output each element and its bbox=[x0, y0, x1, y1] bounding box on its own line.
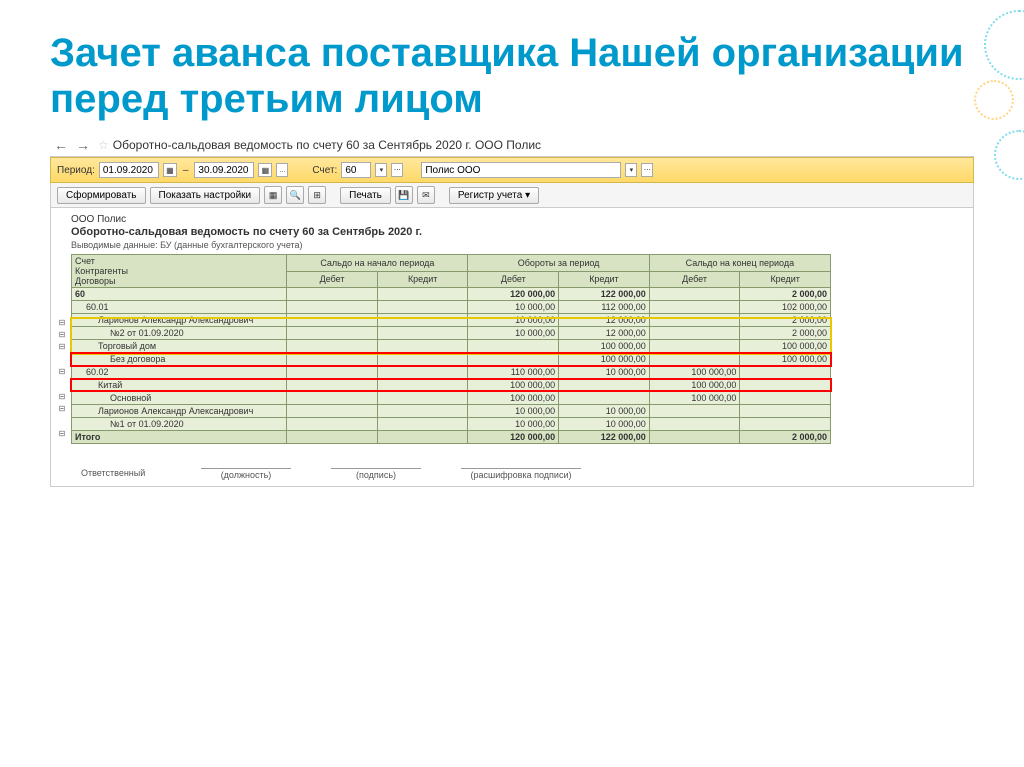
table-row[interactable]: 60.0110 000,00112 000,00102 000,00 bbox=[72, 301, 831, 314]
col-counterparty: Контрагенты bbox=[75, 266, 283, 276]
period-toolbar: Период: ▦ – ▦ ... Счет: ▾ ⋯ ▾ ⋯ bbox=[50, 157, 974, 183]
table-row[interactable]: №1 от 01.09.202010 000,0010 000,00 bbox=[72, 418, 831, 431]
star-icon[interactable]: ☆ bbox=[98, 138, 109, 152]
org-dropdown-icon[interactable]: ▾ bbox=[625, 163, 637, 177]
action-toolbar: Сформировать Показать настройки ▦ 🔍 ⊞ Пе… bbox=[50, 183, 974, 208]
table-row[interactable]: Китай100 000,00100 000,00 bbox=[72, 379, 831, 392]
window-title: Оборотно-сальдовая ведомость по счету 60… bbox=[113, 138, 541, 152]
tree-toggle-icon[interactable]: ⊟ bbox=[55, 341, 69, 353]
account-dropdown-icon[interactable]: ▾ bbox=[375, 163, 387, 177]
table-row[interactable]: 60.02110 000,0010 000,00100 000,00 bbox=[72, 366, 831, 379]
save-icon[interactable]: 💾 bbox=[395, 186, 413, 204]
report-area: ООО Полис Оборотно-сальдовая ведомость п… bbox=[50, 208, 974, 487]
back-arrow-icon[interactable]: ← bbox=[50, 137, 72, 153]
col-contract: Договоры bbox=[75, 276, 283, 286]
period-picker-button[interactable]: ... bbox=[276, 163, 288, 177]
balance-table: Счет Контрагенты Договоры Сальдо на нача… bbox=[71, 254, 831, 444]
slide-title: Зачет аванса поставщика Нашей организаци… bbox=[50, 30, 974, 122]
position-placeholder: (должность) bbox=[201, 468, 291, 480]
calendar-to-icon[interactable]: ▦ bbox=[258, 163, 272, 177]
app-header: ← → ☆ Оборотно-сальдовая ведомость по сч… bbox=[50, 134, 974, 157]
report-subtitle: Выводимые данные: БУ (данные бухгалтерск… bbox=[71, 240, 969, 254]
calendar-from-icon[interactable]: ▦ bbox=[163, 163, 177, 177]
tree-toggle-icon[interactable]: ⊟ bbox=[55, 428, 69, 440]
tree-toggle-icon[interactable]: ⊟ bbox=[55, 317, 69, 329]
table-row[interactable]: Ларионов Александр Александрович10 000,0… bbox=[72, 314, 831, 327]
register-button[interactable]: Регистр учета ▾ bbox=[449, 187, 539, 204]
tree-toggle-icon[interactable]: ⊟ bbox=[55, 391, 69, 403]
total-row: Итого 120 000,00 122 000,00 2 000,00 bbox=[72, 431, 831, 444]
view-icon[interactable]: ⊞ bbox=[308, 186, 326, 204]
org-input[interactable] bbox=[421, 162, 621, 178]
account-label: Счет: bbox=[312, 165, 337, 176]
settings-button[interactable]: Показать настройки bbox=[150, 187, 261, 204]
col-debit: Дебет bbox=[287, 271, 378, 288]
print-button[interactable]: Печать bbox=[340, 187, 391, 204]
report-org: ООО Полис bbox=[71, 214, 969, 226]
date-dash: – bbox=[181, 165, 191, 176]
tree-toggle-column: ⊟ ⊟ ⊟ ⊟ ⊟ ⊟ ⊟ bbox=[55, 280, 69, 452]
col-group-turnover: Обороты за период bbox=[468, 255, 649, 272]
col-account: Счет bbox=[75, 256, 283, 266]
col-credit: Кредит bbox=[377, 271, 468, 288]
tree-toggle-icon[interactable]: ⊟ bbox=[55, 366, 69, 378]
org-select-icon[interactable]: ⋯ bbox=[641, 163, 653, 177]
table-row[interactable]: Без договора100 000,00100 000,00 bbox=[72, 353, 831, 366]
period-label: Период: bbox=[57, 165, 95, 176]
col-debit: Дебет bbox=[649, 271, 740, 288]
forward-arrow-icon[interactable]: → bbox=[72, 137, 94, 153]
date-to-input[interactable] bbox=[194, 162, 254, 178]
col-group-closing: Сальдо на конец периода bbox=[649, 255, 830, 272]
account-input[interactable] bbox=[341, 162, 371, 178]
responsible-label: Ответственный bbox=[81, 468, 161, 480]
table-row[interactable]: Основной100 000,00100 000,00 bbox=[72, 392, 831, 405]
col-debit: Дебет bbox=[468, 271, 559, 288]
table-row[interactable]: Ларионов Александр Александрович10 000,0… bbox=[72, 405, 831, 418]
report-title: Оборотно-сальдовая ведомость по счету 60… bbox=[71, 226, 969, 240]
decode-placeholder: (расшифровка подписи) bbox=[461, 468, 581, 480]
tree-toggle-icon[interactable]: ⊟ bbox=[55, 329, 69, 341]
col-group-opening: Сальдо на начало периода bbox=[287, 255, 468, 272]
form-button[interactable]: Сформировать bbox=[57, 187, 146, 204]
signature-placeholder: (подпись) bbox=[331, 468, 421, 480]
table-row[interactable]: №2 от 01.09.202010 000,0012 000,002 000,… bbox=[72, 327, 831, 340]
date-from-input[interactable] bbox=[99, 162, 159, 178]
mail-icon[interactable]: ✉ bbox=[417, 186, 435, 204]
signature-line: Ответственный (должность) (подпись) (рас… bbox=[71, 468, 969, 480]
table-row[interactable]: Торговый дом100 000,00100 000,00 bbox=[72, 340, 831, 353]
col-credit: Кредит bbox=[740, 271, 831, 288]
tree-toggle-icon[interactable]: ⊟ bbox=[55, 403, 69, 415]
grid-icon[interactable]: ▦ bbox=[264, 186, 282, 204]
table-row[interactable]: 60120 000,00122 000,002 000,00 bbox=[72, 288, 831, 301]
account-select-icon[interactable]: ⋯ bbox=[391, 163, 403, 177]
search-icon[interactable]: 🔍 bbox=[286, 186, 304, 204]
col-credit: Кредит bbox=[559, 271, 650, 288]
